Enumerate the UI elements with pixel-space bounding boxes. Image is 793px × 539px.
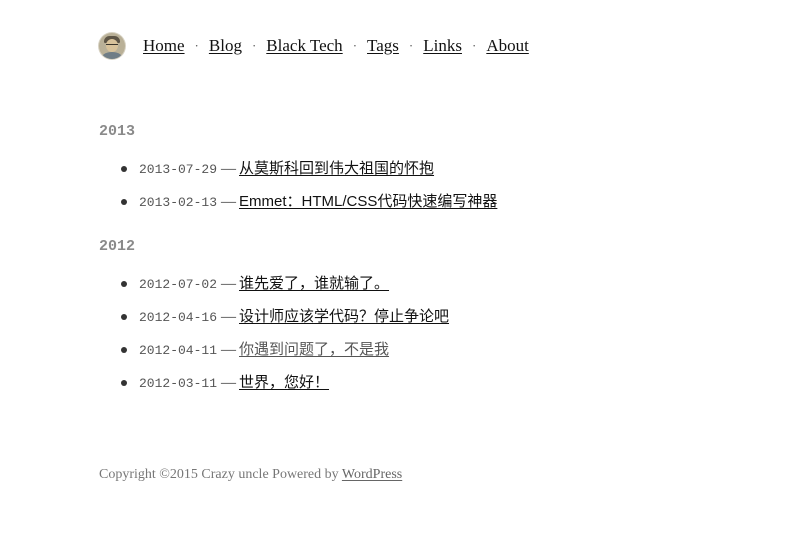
bullet-icon	[121, 199, 127, 205]
post-list-item: 2013-07-29— 从莫斯科回到伟大祖国的怀抱	[99, 160, 749, 193]
post-title-link[interactable]: 你遇到问题了，不是我	[239, 341, 389, 358]
post-title-link[interactable]: 设计师应该学代码？停止争论吧	[239, 308, 449, 325]
main-navigation: Home · Blog · Black Tech · Tags · Links …	[99, 33, 529, 59]
date-title-dash: —	[221, 342, 237, 358]
wordpress-link[interactable]: WordPress	[342, 467, 402, 482]
nav-link-black-tech[interactable]: Black Tech	[266, 36, 342, 56]
bullet-icon	[121, 314, 127, 320]
nav-separator: ·	[471, 38, 477, 53]
bullet-icon	[121, 347, 127, 353]
post-date: 2012-04-16	[139, 310, 218, 325]
post-list-item: 2012-07-02— 谁先爱了，谁就输了。	[99, 275, 749, 308]
nav-separator: ·	[194, 38, 199, 53]
post-list-2012: 2012-07-02— 谁先爱了，谁就输了。 2012-04-16— 设计师应该学代…	[99, 275, 749, 407]
date-title-dash: —	[221, 194, 237, 210]
page-footer: Copyright ©2015 Crazy uncle Powered by W…	[99, 467, 402, 483]
post-list-item: 2013-02-13— Emmet：HTML/CSS代码快速编写神器	[99, 193, 749, 226]
post-date: 2013-02-13	[139, 195, 218, 210]
post-list-item: 2012-03-11— 世界，您好！	[99, 374, 749, 407]
copyright-text: Copyright ©2015 Crazy uncle Powered by	[99, 467, 342, 482]
year-heading-2013: 2013	[99, 123, 136, 140]
bullet-icon	[121, 166, 127, 172]
year-heading-2012: 2012	[99, 238, 136, 255]
nav-link-blog[interactable]: Blog	[209, 36, 242, 56]
post-date: 2013-07-29	[139, 162, 218, 177]
post-date: 2012-07-02	[139, 277, 218, 292]
post-title-link[interactable]: Emmet：HTML/CSS代码快速编写神器	[239, 193, 497, 210]
post-list-item: 2012-04-16— 设计师应该学代码？停止争论吧	[99, 308, 749, 341]
date-title-dash: —	[221, 161, 237, 177]
nav-link-links[interactable]: Links	[423, 36, 462, 56]
nav-link-tags[interactable]: Tags	[367, 36, 399, 56]
nav-separator: ·	[251, 38, 257, 53]
date-title-dash: —	[221, 309, 237, 325]
bullet-icon	[121, 380, 127, 386]
nav-link-about[interactable]: About	[486, 36, 529, 56]
post-title-link[interactable]: 从莫斯科回到伟大祖国的怀抱	[239, 160, 434, 177]
post-date: 2012-04-11	[139, 343, 218, 358]
post-date: 2012-03-11	[139, 376, 218, 391]
post-list-2013: 2013-07-29— 从莫斯科回到伟大祖国的怀抱 2013-02-13— Emme…	[99, 160, 749, 226]
post-list-item: 2012-04-11— 你遇到问题了，不是我	[99, 341, 749, 374]
bullet-icon	[121, 281, 127, 287]
avatar[interactable]	[99, 33, 125, 59]
post-title-link[interactable]: 世界，您好！	[239, 374, 329, 391]
nav-separator: ·	[352, 38, 358, 53]
date-title-dash: —	[221, 375, 237, 391]
post-title-link[interactable]: 谁先爱了，谁就输了。	[239, 275, 389, 292]
nav-link-home[interactable]: Home	[143, 36, 185, 56]
post-archive: 2013 2013-07-29— 从莫斯科回到伟大祖国的怀抱 2013-02-13…	[99, 122, 749, 407]
nav-separator: ·	[408, 38, 414, 53]
date-title-dash: —	[221, 276, 237, 292]
